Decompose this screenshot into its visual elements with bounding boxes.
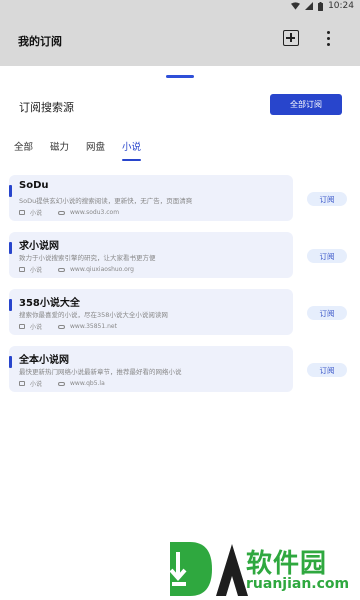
more-dot [326, 37, 330, 40]
source-title: 求小说网 [19, 241, 59, 252]
more-dot [326, 43, 330, 46]
source-description: 最快更新热门网络小说最新章节，推荐最好看的网络小说 [19, 368, 182, 376]
watermark-cn: 软件园 [246, 549, 328, 579]
source-category: 小说 [30, 324, 43, 331]
subscribe-button[interactable]: 订阅 [307, 249, 347, 263]
add-box-icon[interactable] [283, 30, 299, 46]
source-title: SoDu [19, 180, 49, 191]
battery-icon [318, 1, 324, 11]
source-title: 全本小说网 [19, 355, 69, 366]
signal-icon [305, 2, 314, 10]
card-accent-bar [9, 185, 12, 197]
source-description: 搜索你最喜爱的小说，尽在358小说大全小说阅读网 [19, 311, 168, 319]
source-url: www.sodu3.com [70, 209, 120, 216]
wifi-icon [291, 2, 301, 10]
status-icons: 10:24 [291, 1, 354, 11]
tag-icon [19, 381, 25, 386]
subscription-sheet: 订阅搜索源 全部订阅 全部 磁力 网盘 小说 SoDu SoDu提供玄幻小说的搜… [0, 66, 360, 600]
source-description: SoDu提供玄幻小说的搜索阅读，更新快，无广告，页面清爽 [19, 197, 193, 205]
link-icon [58, 381, 66, 386]
source-description: 致力于小说搜索引擎的研究，让大家看书更方便 [19, 254, 156, 262]
tag-icon [19, 324, 25, 329]
watermark-en: ruanjian.com [246, 576, 350, 592]
card-accent-bar [9, 299, 12, 311]
app-bar: 我的订阅 [0, 14, 360, 66]
tab-netdisk[interactable]: 网盘 [86, 139, 105, 161]
subscribe-button[interactable]: 订阅 [307, 192, 347, 206]
source-card[interactable]: 358小说大全 搜索你最喜爱的小说，尽在358小说大全小说阅读网 小说 www.… [9, 289, 293, 335]
subscribe-all-button[interactable]: 全部订阅 [270, 94, 342, 115]
link-icon [58, 210, 66, 215]
tag-icon [19, 210, 25, 215]
more-dot [326, 31, 330, 34]
source-title: 358小说大全 [19, 298, 80, 309]
subscribe-button[interactable]: 订阅 [307, 306, 347, 320]
subscribe-button[interactable]: 订阅 [307, 363, 347, 377]
section-title: 订阅搜索源 [19, 101, 74, 114]
source-category: 小说 [30, 210, 43, 217]
status-bar: 10:24 [0, 0, 360, 14]
source-url: www.qiuxiaoshuo.org [70, 266, 134, 273]
source-category: 小说 [30, 381, 43, 388]
source-meta: 小说 www.qiuxiaoshuo.org [19, 265, 134, 274]
source-meta: 小说 www.sodu3.com [19, 208, 119, 217]
source-url: www.35851.net [70, 323, 117, 330]
more-vert-icon[interactable] [324, 31, 332, 47]
source-card[interactable]: 全本小说网 最快更新热门网络小说最新章节，推荐最好看的网络小说 小说 www.q… [9, 346, 293, 392]
link-icon [58, 324, 66, 329]
card-accent-bar [9, 242, 12, 254]
source-card[interactable]: SoDu SoDu提供玄幻小说的搜索阅读，更新快，无广告，页面清爽 小说 www… [9, 175, 293, 221]
source-meta: 小说 www.35851.net [19, 322, 117, 331]
category-tabs: 全部 磁力 网盘 小说 [14, 139, 158, 161]
drag-handle[interactable] [166, 75, 194, 78]
status-time: 10:24 [328, 1, 354, 11]
tab-magnet[interactable]: 磁力 [50, 139, 69, 161]
page-title: 我的订阅 [18, 35, 62, 48]
tab-all[interactable]: 全部 [14, 139, 33, 161]
tab-novel[interactable]: 小说 [122, 139, 142, 161]
source-url: www.qb5.la [70, 380, 105, 387]
card-accent-bar [9, 356, 12, 368]
tag-icon [19, 267, 25, 272]
source-meta: 小说 www.qb5.la [19, 379, 105, 388]
watermark: 软件园 ruanjian.com [162, 538, 360, 600]
link-icon [58, 267, 66, 272]
source-category: 小说 [30, 267, 43, 274]
source-card[interactable]: 求小说网 致力于小说搜索引擎的研究，让大家看书更方便 小说 www.qiuxia… [9, 232, 293, 278]
watermark-logo [169, 542, 248, 596]
